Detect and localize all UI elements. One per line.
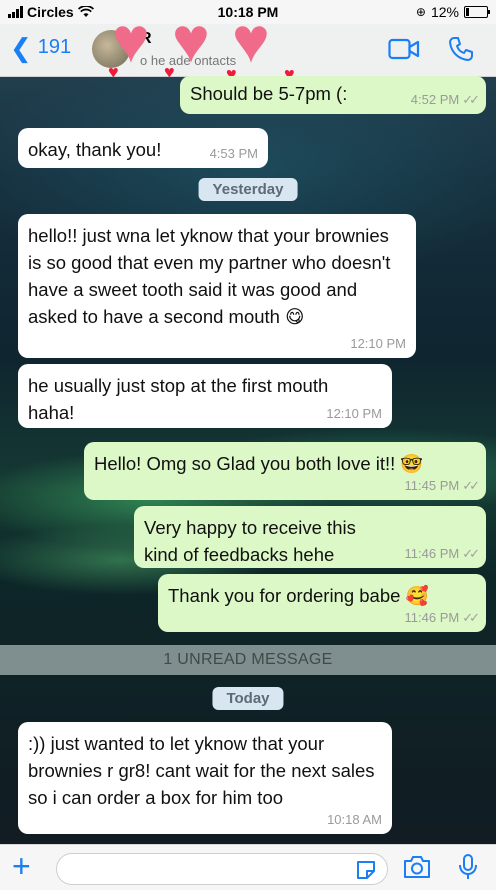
message-text: :)) just wanted to let yknow that your b… <box>28 733 375 808</box>
heart-icon: ♥ <box>172 4 210 76</box>
message-time: 10:18 AM <box>327 812 382 827</box>
phone-icon[interactable] <box>448 36 474 62</box>
message-bubble[interactable]: :)) just wanted to let yknow that your b… <box>18 722 392 834</box>
heart-icon: ♥ <box>232 4 270 76</box>
message-text: okay, thank you! <box>28 139 162 160</box>
message-bubble[interactable]: okay, thank you! 4:53 PM <box>18 128 268 168</box>
back-button[interactable]: ❮ 191 <box>10 32 72 63</box>
message-time: 11:45 PM <box>404 478 460 493</box>
battery-icon <box>464 6 490 18</box>
mic-icon[interactable] <box>458 853 478 881</box>
heart-icon: ♥ <box>108 62 119 82</box>
message-meta: 12:10 PM <box>350 337 406 351</box>
back-count: 191 <box>37 36 72 58</box>
message-text: hello!! just wna let yknow that your bro… <box>28 225 391 327</box>
message-meta: 4:52 PM ✓✓ <box>410 92 480 107</box>
message-bubble[interactable]: Hello! Omg so Glad you both love it!! 🤓 … <box>84 442 486 500</box>
message-text: Should be 5-7pm (: <box>190 83 348 104</box>
message-text: Thank you for ordering babe 🥰 <box>168 585 429 606</box>
camera-icon[interactable] <box>402 855 432 879</box>
read-receipt-icon: ✓✓ <box>462 478 480 493</box>
orientation-lock-icon: ⊕ <box>415 5 426 19</box>
message-bubble[interactable]: he usually just stop at the first mouth … <box>18 364 392 428</box>
message-time: 12:10 PM <box>350 336 406 351</box>
message-bubble[interactable]: Very happy to receive this kind of feedb… <box>134 506 486 568</box>
message-bubble[interactable]: Should be 5-7pm (: 4:52 PM ✓✓ <box>180 76 486 114</box>
back-chevron-icon: ❮ <box>10 32 32 63</box>
message-bubble[interactable]: hello!! just wna let yknow that your bro… <box>18 214 416 358</box>
read-receipt-icon: ✓✓ <box>462 92 480 107</box>
chat-header: ❮ 191 R o he ade ontacts ♥ ♥ ♥ ♥ ♥ ♥ ♥ <box>0 8 496 84</box>
read-receipt-icon: ✓✓ <box>462 610 480 625</box>
sticker-icon[interactable] <box>355 859 377 881</box>
message-meta: 11:46 PM ✓✓ <box>404 546 480 561</box>
date-separator-today: Today <box>212 687 284 710</box>
heart-icon: ♥ <box>164 62 175 82</box>
battery-percent: 12% <box>430 4 459 20</box>
message-meta: 12:10 PM <box>326 407 382 421</box>
message-meta: 11:45 PM ✓✓ <box>404 478 480 493</box>
message-input[interactable] <box>56 853 388 885</box>
message-meta: 10:18 AM <box>327 813 382 827</box>
message-bubble[interactable]: Thank you for ordering babe 🥰 11:46 PM ✓✓ <box>158 574 486 632</box>
plus-icon[interactable]: + <box>12 850 31 882</box>
heart-stickers: ♥ ♥ ♥ ♥ ♥ ♥ ♥ <box>100 8 320 84</box>
status-right: ⊕ 12% <box>415 4 490 20</box>
message-time: 4:53 PM <box>209 146 258 161</box>
read-receipt-icon: ✓✓ <box>462 546 480 561</box>
message-meta: 4:53 PM <box>210 147 258 161</box>
heart-icon: ♥ <box>112 4 150 76</box>
message-time: 12:10 PM <box>326 406 382 421</box>
message-text: he usually just stop at the first mouth … <box>28 375 329 423</box>
message-time: 11:46 PM <box>404 546 460 561</box>
message-meta: 11:46 PM ✓✓ <box>404 610 480 625</box>
message-time: 11:46 PM <box>404 610 460 625</box>
message-text: Very happy to receive this kind of feedb… <box>144 517 356 565</box>
video-call-icon[interactable] <box>388 38 420 60</box>
date-separator-yesterday: Yesterday <box>198 178 298 201</box>
unread-separator: 1 UNREAD MESSAGE <box>0 645 496 675</box>
message-text: Hello! Omg so Glad you both love it!! 🤓 <box>94 453 424 474</box>
composer-bar: + <box>0 844 496 890</box>
message-time: 4:52 PM <box>410 92 460 107</box>
